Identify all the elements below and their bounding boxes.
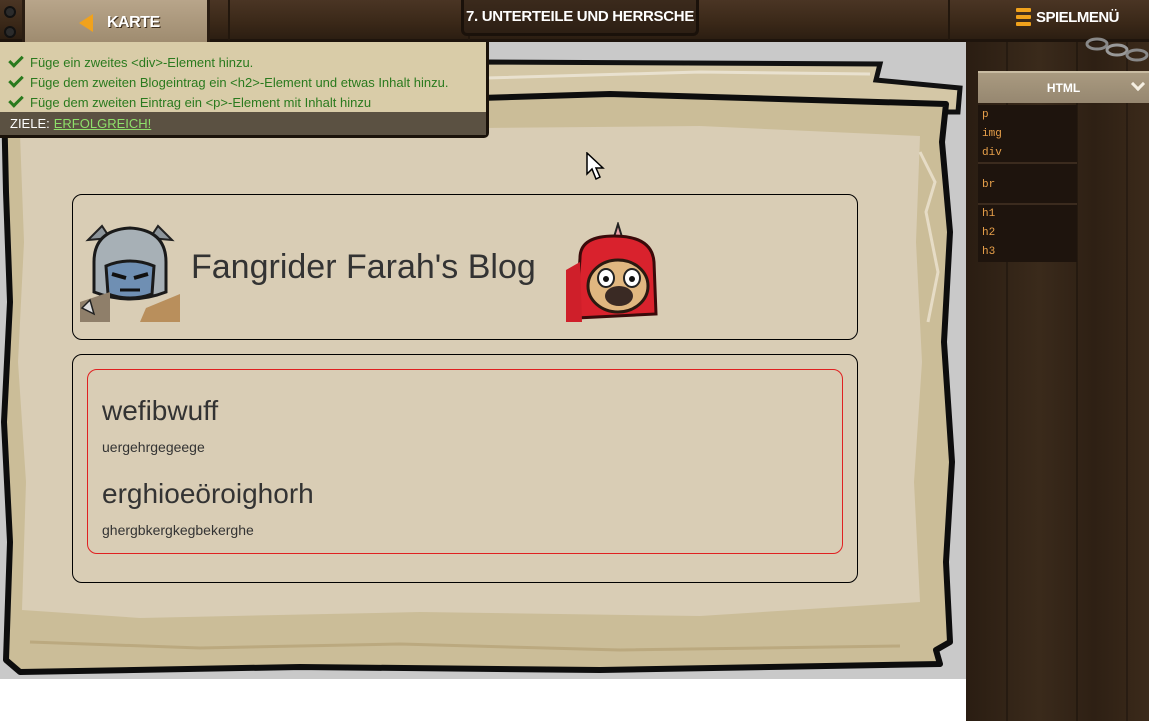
- goals-status-label: ZIELE:: [10, 116, 50, 131]
- snippet-h2[interactable]: h2: [982, 227, 995, 239]
- post-heading: wefibwuff: [102, 395, 219, 426]
- goal-text: Füge dem zweiten Eintrag ein <p>-Element…: [30, 94, 372, 110]
- snippet-divider: [978, 203, 1077, 205]
- blog-title: Fangrider Farah's Blog: [191, 248, 536, 286]
- goals-status-value: ERFOLGREICH!: [53, 116, 152, 131]
- goal-text: Füge dem zweiten Blogeintrag ein <h2>-El…: [30, 74, 449, 90]
- snippet-br[interactable]: br: [982, 179, 995, 191]
- goals-status-bar: ZIELE: ERFOLGREICH!: [0, 112, 486, 135]
- goal-item: Füge dem zweiten Blogeintrag ein <h2>-El…: [8, 72, 449, 91]
- checkmark-icon: [8, 52, 24, 68]
- snippet-h3[interactable]: h3: [982, 246, 995, 258]
- goal-text: Füge ein zweites <div>-Element hinzu.: [30, 54, 254, 70]
- snippet-img[interactable]: img: [982, 128, 1002, 140]
- back-arrow-icon: [79, 13, 93, 32]
- wood-grain: [1126, 42, 1128, 721]
- snippet-p[interactable]: p: [982, 109, 989, 121]
- level-title: 7. UNTERTEILE UND HERRSCHE: [461, 0, 699, 36]
- mouse-cursor-icon: [586, 152, 605, 181]
- snippet-div[interactable]: div: [982, 147, 1002, 159]
- snippet-list: p img div br h1 h2 h3: [978, 105, 1077, 262]
- goal-item: Füge dem zweiten Eintrag ein <p>-Element…: [8, 92, 372, 111]
- goals-panel: Füge ein zweites <div>-Element hinzu. Fü…: [0, 42, 489, 138]
- pug-costume-image: [566, 222, 662, 322]
- game-screen: KARTE 7. UNTERTEILE UND HERRSCHE SPIELME…: [0, 0, 1149, 721]
- checkmark-icon: [8, 72, 24, 88]
- post-paragraph: ghergbkergkegbekerghe: [102, 522, 254, 538]
- post-paragraph: uergehrgegeege: [102, 439, 205, 455]
- goal-item: Füge ein zweites <div>-Element hinzu.: [8, 52, 254, 71]
- game-menu-label: SPIELMENÜ: [1036, 8, 1120, 26]
- game-menu-button[interactable]: SPIELMENÜ: [1016, 4, 1120, 30]
- post-heading: erghioeöroighorh: [102, 478, 314, 509]
- rivet-icon: [4, 6, 16, 18]
- palette-tab-label: HTML: [1046, 81, 1081, 95]
- chevron-down-icon: [1130, 76, 1146, 92]
- chain-icon: [1085, 37, 1149, 62]
- back-button-label: KARTE: [107, 13, 160, 31]
- rivet-icon: [4, 26, 16, 38]
- knight-avatar-image: [80, 222, 180, 322]
- checkmark-icon: [8, 92, 24, 108]
- html-palette-tab[interactable]: HTML: [978, 71, 1149, 103]
- snippet-divider: [978, 162, 1077, 164]
- wood-plank: [230, 0, 470, 40]
- snippet-h1[interactable]: h1: [982, 208, 995, 220]
- hamburger-icon: [1016, 8, 1031, 26]
- bottom-blank-area: [0, 679, 966, 721]
- back-to-map-button[interactable]: KARTE: [22, 0, 210, 48]
- wood-plank: [700, 0, 950, 40]
